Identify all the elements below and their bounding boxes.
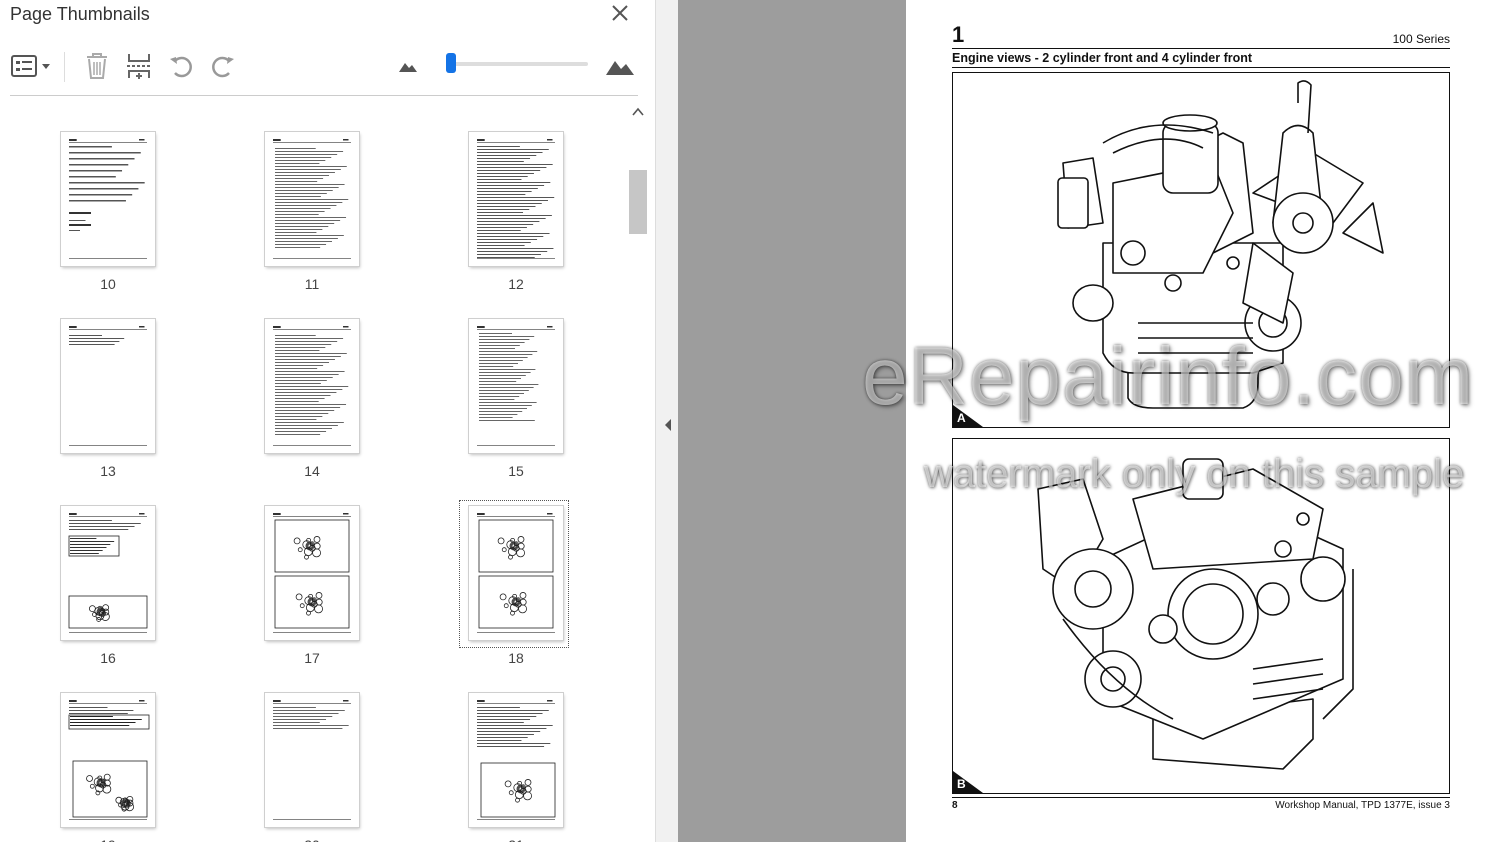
thumbnail-preview [273, 700, 351, 820]
thumbnail-page-number: 16 [100, 650, 116, 666]
thumbnail-preview [273, 139, 351, 259]
figure-b-label: B [953, 771, 983, 793]
thumbnail-page-number: 15 [508, 463, 524, 479]
heading-rule [952, 67, 1450, 68]
trash-icon[interactable] [82, 50, 112, 82]
thumbnail-page[interactable] [61, 132, 155, 266]
thumbnail-preview [273, 326, 351, 446]
thumbnail-page-number: 13 [100, 463, 116, 479]
chapter-number: 1 [952, 22, 965, 47]
thumbnail-preview [477, 700, 556, 820]
large-mountain-icon[interactable] [604, 50, 636, 82]
scrollbar-thumb[interactable] [629, 170, 647, 234]
section-heading: Engine views - 2 cylinder front and 4 cy… [952, 51, 1253, 65]
thumbnail-page[interactable] [265, 132, 359, 266]
thumbnail-item[interactable]: 20 [257, 693, 367, 842]
close-icon[interactable] [609, 2, 631, 24]
slider-track[interactable] [445, 53, 588, 73]
rotate-clockwise-icon[interactable] [208, 50, 238, 82]
thumbnail-preview [477, 326, 555, 446]
thumbnail-page-number: 20 [257, 837, 367, 842]
thumbnail-page[interactable] [265, 693, 359, 827]
thumbnail-page-number: 14 [304, 463, 320, 479]
thumbnail-item[interactable]: 17 [257, 506, 367, 676]
thumbnail-item[interactable]: 21 [461, 693, 571, 842]
small-mountain-icon[interactable] [396, 50, 420, 82]
thumbnail-page[interactable] [265, 319, 359, 453]
thumbnail-page-number: 18 [508, 650, 524, 666]
thumbnail-page[interactable] [469, 132, 563, 266]
thumbnail-preview [69, 139, 147, 259]
thumbnail-item[interactable]: 12 [461, 132, 571, 302]
footer-title: Workshop Manual, TPD 1377E, issue 3 [1275, 800, 1450, 811]
thumbnail-grid: 10 11 12 13 14 15 16 17 18 19 20 21 [0, 96, 628, 842]
collapse-arrow-icon[interactable] [663, 418, 673, 437]
footer-rule [952, 797, 1450, 798]
panel-collapse-gutter[interactable] [655, 0, 679, 842]
thumbnail-page-number: 12 [508, 276, 524, 292]
thumbnail-page-number: 21 [461, 837, 571, 842]
thumbnail-item[interactable]: 18 [459, 500, 571, 676]
thumbnails-toolbar [0, 44, 640, 88]
thumbnail-preview [477, 139, 555, 259]
thumbnail-page[interactable] [265, 506, 359, 640]
thumbnail-item[interactable]: 13 [53, 319, 163, 489]
thumbnail-page[interactable] [469, 693, 563, 827]
thumbnail-item[interactable]: 11 [257, 132, 367, 302]
panel-title: Page Thumbnails [10, 4, 150, 24]
thumbnail-page[interactable] [61, 506, 155, 640]
thumbnail-page-number: 10 [100, 276, 116, 292]
insert-pages-icon[interactable] [124, 50, 154, 82]
slider-thumb[interactable] [445, 53, 456, 73]
thumbnail-preview [69, 326, 147, 446]
page-number: 8 [952, 800, 958, 811]
scroll-up-icon[interactable] [632, 104, 644, 122]
thumbnail-page-number: 11 [304, 276, 320, 292]
series-label: 100 Series [1392, 32, 1450, 46]
header-rule [952, 48, 1450, 49]
thumbnail-item[interactable]: 14 [257, 319, 367, 489]
thumbnail-page-number: 17 [304, 650, 320, 666]
thumbnail-preview [68, 700, 150, 820]
page-thumbnails-panel: Page Thumbnails 10 11 12 13 14 15 16 17 … [0, 0, 655, 842]
thumbnail-item[interactable]: 10 [53, 132, 163, 302]
thumbnail-preview [477, 513, 555, 633]
thumbnail-item[interactable]: 16 [53, 506, 163, 676]
toolbar-separator [64, 52, 65, 82]
thumbnail-page-number: 19 [53, 837, 163, 842]
thumbnail-options-icon[interactable] [10, 50, 54, 82]
thumbnail-item[interactable]: 19 [53, 693, 163, 842]
thumbnails-scrollbar[interactable] [628, 96, 648, 842]
thumbnail-page[interactable] [61, 693, 155, 827]
thumbnail-item[interactable]: 15 [461, 319, 571, 489]
thumbnail-page[interactable] [61, 319, 155, 453]
thumbnail-preview [273, 513, 351, 633]
thumbnail-page[interactable] [469, 506, 563, 640]
thumbnail-preview [68, 513, 148, 633]
thumbnail-page[interactable] [469, 319, 563, 453]
watermark-main: eRepairinfo.com [862, 331, 1475, 422]
watermark-sub: watermark only on this sample [924, 452, 1465, 496]
rotate-counterclockwise-icon[interactable] [166, 50, 196, 82]
